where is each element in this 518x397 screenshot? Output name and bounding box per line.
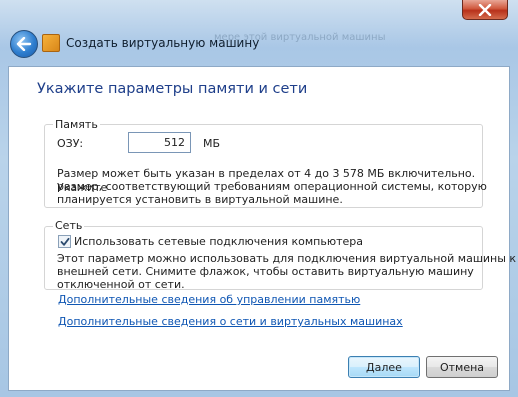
page-heading: Укажите параметры памяти и сети [37, 81, 308, 97]
network-hint-line-3: отключенной от сети. [57, 278, 185, 291]
memory-info-link[interactable]: Дополнительные сведения об управлении па… [58, 293, 360, 306]
network-group-label: Сеть [53, 219, 85, 232]
back-button[interactable] [10, 30, 38, 58]
checkmark-icon [60, 237, 69, 246]
cancel-button[interactable]: Отмена [426, 356, 498, 378]
virtual-machine-icon [42, 34, 60, 52]
window-title: Создать виртуальную машину [66, 36, 260, 50]
network-hint-line-1: Этот параметр можно использовать для под… [57, 252, 517, 265]
memory-hint-line-3: планируется установить в виртуальной маш… [57, 193, 343, 206]
ram-unit-label: МБ [203, 137, 221, 150]
window-title-bar: Создать виртуальную машину [42, 33, 259, 53]
network-checkbox[interactable] [58, 235, 71, 248]
network-hint-line-2: внешней сети. Снимите флажок, чтобы оста… [57, 265, 474, 278]
close-button[interactable] [462, 0, 508, 20]
ram-label: ОЗУ: [57, 137, 84, 150]
back-arrow-icon [16, 37, 32, 51]
close-icon [478, 3, 492, 16]
memory-group-label: Память [53, 118, 100, 131]
memory-hint-line-2: размер, соответствующий требованиям опер… [57, 180, 487, 193]
next-button[interactable]: Далее [348, 356, 420, 378]
network-info-link[interactable]: Дополнительные сведения о сети и виртуал… [58, 315, 403, 328]
network-checkbox-label[interactable]: Использовать сетевые подключения компьют… [74, 235, 363, 249]
ram-input[interactable] [128, 132, 191, 153]
